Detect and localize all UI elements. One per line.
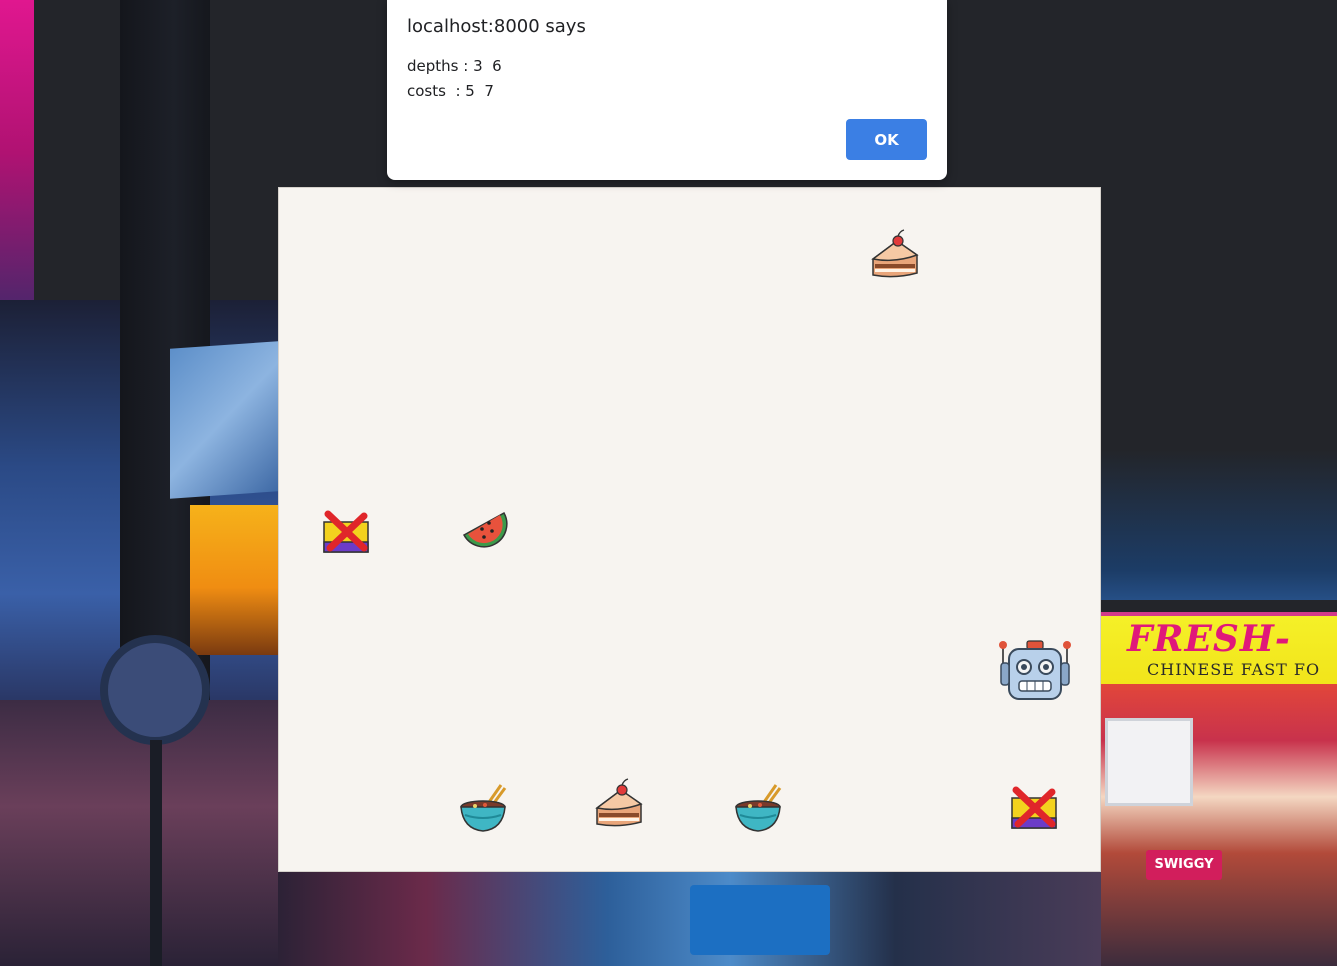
- dialog-message: depths : 3 6 costs : 5 7: [407, 54, 502, 104]
- banner-subtitle: CHINESE FAST FO: [1147, 660, 1321, 679]
- background-awning: [170, 341, 278, 499]
- background-no-cycling-sign: [100, 635, 210, 745]
- background-lit-shop: [190, 505, 278, 655]
- background-neon-strip: [0, 0, 34, 340]
- background-night-sky: [1101, 0, 1337, 600]
- background-shop-banner: FRESH- CHINESE FAST FO: [1101, 612, 1337, 688]
- background-swiggy-sign: SWIGGY: [1146, 850, 1222, 880]
- robot-icon: [997, 637, 1073, 701]
- cake-icon: [867, 229, 923, 285]
- crossed-out-box-icon: [318, 502, 374, 558]
- dialog-message-costs: costs : 5 7: [407, 82, 494, 100]
- noodle-bowl-icon: [457, 781, 513, 837]
- dialog-message-depths: depths : 3 6: [407, 57, 502, 75]
- cake-icon: [591, 778, 647, 834]
- ok-button[interactable]: OK: [846, 119, 927, 160]
- crossed-out-box-icon: [1006, 778, 1062, 834]
- page: FRESH- CHINESE FAST FO SWIGGY localhost:…: [0, 0, 1337, 966]
- dialog-title: localhost:8000 says: [407, 16, 586, 37]
- alert-dialog: localhost:8000 says depths : 3 6 costs :…: [387, 0, 947, 180]
- watermelon-icon: [456, 501, 512, 557]
- background-menu-board: [1105, 718, 1193, 806]
- banner-title: FRESH-: [1127, 618, 1291, 660]
- noodle-bowl-icon: [732, 781, 788, 837]
- background-blue-signboard: [690, 885, 830, 955]
- background-sign-post: [150, 740, 162, 966]
- game-board: [278, 187, 1101, 872]
